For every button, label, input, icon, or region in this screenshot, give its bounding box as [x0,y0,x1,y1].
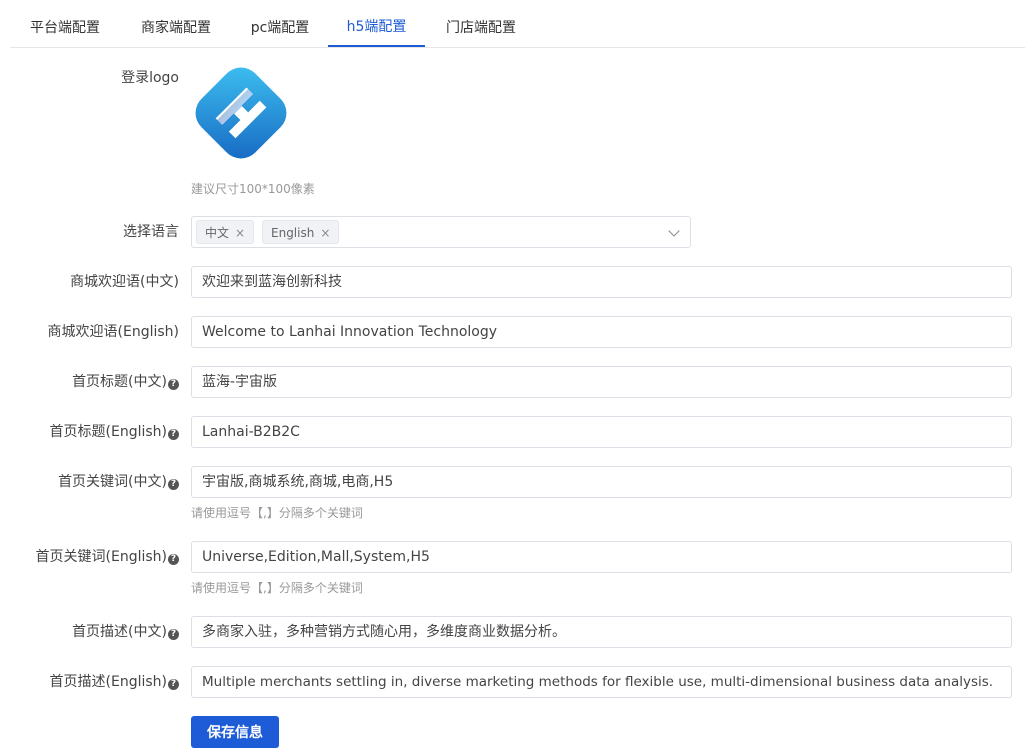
keywords-en-label: 首页关键词(English)? [36,541,179,573]
title-en-input[interactable]: Lanhai-B2B2C [191,416,1012,448]
desc-en-input[interactable]: Multiple merchants settling in, diverse … [191,666,1012,698]
close-icon[interactable]: × [235,221,245,245]
chevron-down-icon[interactable] [668,225,680,237]
language-label: 选择语言 [123,224,179,240]
title-zh-label-text: 首页标题(中文) [72,374,167,390]
keywords-en-label-text: 首页关键词(English) [35,549,167,565]
keywords-zh-label-text: 首页关键词(中文) [58,474,167,490]
language-tag-zh: 中文 × [196,220,255,245]
keywords-zh-input[interactable]: 宇宙版,商城系统,商城,电商,H5 [191,466,1012,498]
tag-label: English [271,226,315,240]
tab-merchant-config[interactable]: 商家端配置 [128,0,224,47]
title-en-label-text: 首页标题(English) [49,424,167,440]
keywords-en-hint: 请使用逗号【,】分隔多个关键词 [191,581,363,595]
welcome-en-label: 商城欢迎语(English) [47,324,179,340]
help-icon[interactable]: ? [168,629,179,640]
config-tabs: 平台端配置 商家端配置 pc端配置 h5端配置 门店端配置 [10,0,1025,48]
language-tag-en: English × [262,220,340,245]
title-en-label: 首页标题(English)? [50,416,179,448]
logo-size-hint: 建议尺寸100*100像素 [191,182,315,196]
keywords-en-input[interactable]: Universe,Edition,Mall,System,H5 [191,541,1012,573]
desc-en-label: 首页描述(English)? [50,666,179,698]
desc-zh-label: 首页描述(中文)? [72,616,179,648]
blue-h-logo-icon [195,67,287,159]
save-button[interactable]: 保存信息 [191,716,279,748]
tab-pc-config[interactable]: pc端配置 [232,0,328,47]
desc-zh-label-text: 首页描述(中文) [72,624,167,640]
desc-en-label-text: 首页描述(English) [49,674,167,690]
help-icon[interactable]: ? [168,379,179,390]
welcome-en-input[interactable]: Welcome to Lanhai Innovation Technology [191,316,1012,348]
tag-label: 中文 [205,226,230,240]
title-zh-input[interactable]: 蓝海-宇宙版 [191,366,1012,398]
tab-h5-config[interactable]: h5端配置 [328,0,425,47]
desc-zh-input[interactable]: 多商家入驻，多种营销方式随心用，多维度商业数据分析。 [191,616,1012,648]
login-logo-label: 登录logo [121,70,179,86]
keywords-zh-hint: 请使用逗号【,】分隔多个关键词 [191,506,363,520]
welcome-zh-label: 商城欢迎语(中文) [70,274,179,290]
tab-platform-config[interactable]: 平台端配置 [10,0,120,47]
help-icon[interactable]: ? [168,679,179,690]
login-logo-upload[interactable] [191,63,291,163]
welcome-zh-input[interactable]: 欢迎来到蓝海创新科技 [191,266,1012,298]
close-icon[interactable]: × [320,221,330,245]
tab-store-config[interactable]: 门店端配置 [433,0,529,47]
keywords-zh-label: 首页关键词(中文)? [58,466,179,498]
help-icon[interactable]: ? [168,479,179,490]
language-select[interactable]: 中文 × English × [191,216,691,248]
title-zh-label: 首页标题(中文)? [72,366,179,398]
help-icon[interactable]: ? [168,554,179,565]
help-icon[interactable]: ? [168,429,179,440]
